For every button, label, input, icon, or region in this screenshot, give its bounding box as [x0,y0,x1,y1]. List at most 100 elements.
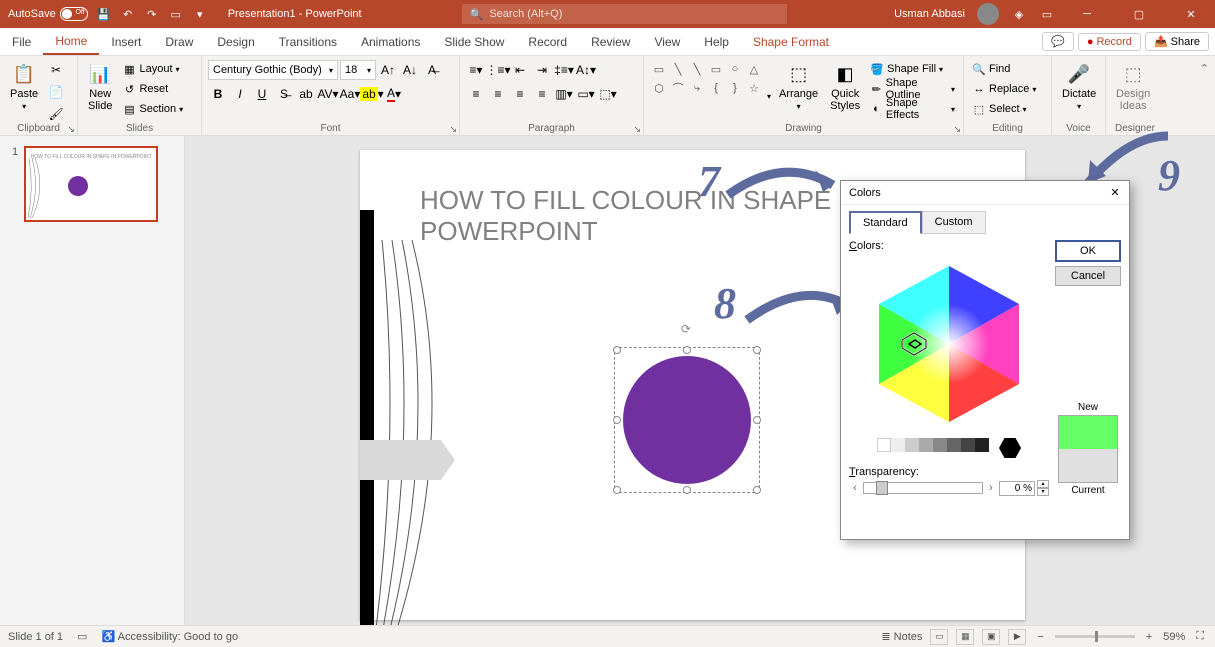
clear-format-button[interactable]: A̶ [422,60,442,80]
search-box[interactable]: 🔍 Search (Alt+Q) [462,4,787,24]
transparency-slider[interactable] [863,482,983,494]
font-launcher[interactable]: ↘ [449,124,457,135]
paste-button[interactable]: 📋 Paste ▾ [6,60,42,113]
numbering-button[interactable]: ⋮≡▾ [488,60,508,80]
minimize-button[interactable]: ─ [1067,0,1107,28]
line-spacing-button[interactable]: ‡≡▾ [554,60,574,80]
shape-star-icon[interactable]: ☆ [745,79,763,97]
language-icon[interactable]: ▭ [77,630,87,643]
resize-handle-tm[interactable] [683,346,691,354]
font-color-button[interactable]: A▾ [384,84,404,104]
section-button[interactable]: ▤Section▾ [120,100,185,118]
tab-review[interactable]: Review [579,28,642,55]
shape-triangle-icon[interactable]: △ [745,60,763,78]
bullets-button[interactable]: ≡▾ [466,60,486,80]
align-text-button[interactable]: ▭▾ [576,84,596,104]
replace-button[interactable]: ↔Replace▾ [970,80,1038,98]
align-right-button[interactable]: ≡ [510,84,530,104]
strikethrough-button[interactable]: S̶ [274,84,294,104]
resize-handle-ml[interactable] [613,416,621,424]
zoom-slider[interactable] [1055,635,1135,638]
paragraph-launcher[interactable]: ↘ [633,124,641,135]
spinner-down[interactable]: ▾ [1037,488,1049,496]
reset-button[interactable]: ↺Reset [120,80,185,98]
selected-circle-shape[interactable]: ⟳ [617,350,757,490]
drawing-launcher[interactable]: ↘ [953,124,961,135]
copy-button[interactable]: 📄 [46,82,66,102]
dialog-close-button[interactable]: ✕ [1105,183,1125,201]
normal-view-button[interactable]: ▭ [930,629,948,645]
resize-handle-tl[interactable] [613,346,621,354]
shape-arrow-icon[interactable]: ⬡ [650,79,668,97]
user-avatar-icon[interactable] [977,3,999,25]
dialog-tab-standard[interactable]: Standard [849,211,922,234]
black-hex-swatch[interactable] [999,438,1021,458]
underline-button[interactable]: U [252,84,272,104]
shape-brace2-icon[interactable]: } [726,79,744,97]
transparency-increase[interactable]: › [985,482,997,494]
tab-shape-format[interactable]: Shape Format [741,28,841,55]
shape-oval-icon[interactable]: ○ [726,60,744,78]
design-ideas-button[interactable]: ⬚ Design Ideas [1112,60,1154,114]
diamond-icon[interactable]: ◈ [1011,6,1027,22]
font-size-combo[interactable]: 18▾ [340,60,376,80]
tab-slideshow[interactable]: Slide Show [432,28,516,55]
gray-swatch-6[interactable] [961,438,975,452]
tab-file[interactable]: File [0,28,43,55]
record-button[interactable]: ●Record [1078,33,1141,51]
shape-rect-icon[interactable]: ▭ [707,60,725,78]
collapse-ribbon-button[interactable]: ⌃ [1200,62,1209,75]
slide-info[interactable]: Slide 1 of 1 [8,631,63,643]
resize-handle-bm[interactable] [683,486,691,494]
present-icon[interactable]: ▭ [168,6,184,22]
shape-line2-icon[interactable]: ╲ [688,60,706,78]
select-button[interactable]: ⬚Select▾ [970,100,1038,118]
columns-button[interactable]: ▥▾ [554,84,574,104]
qat-dropdown-icon[interactable]: ▾ [192,6,208,22]
tab-transitions[interactable]: Transitions [267,28,349,55]
shape-line-icon[interactable]: ╲ [669,60,687,78]
fit-window-button[interactable]: ⛶ [1193,630,1207,643]
tab-design[interactable]: Design [205,28,266,55]
align-center-button[interactable]: ≡ [488,84,508,104]
shape-connector-icon[interactable]: ⤷ [688,79,706,97]
highlight-button[interactable]: ab▾ [362,84,382,104]
user-name[interactable]: Usman Abbasi [894,8,965,20]
gallery-more-icon[interactable]: ▾ [767,92,771,101]
reading-view-button[interactable]: ▣ [982,629,1000,645]
sorter-view-button[interactable]: ▦ [956,629,974,645]
new-slide-button[interactable]: 📊 New Slide [84,60,116,114]
zoom-in-button[interactable]: + [1143,631,1155,643]
increase-indent-button[interactable]: ⇥ [532,60,552,80]
smartart-button[interactable]: ⬚▾ [598,84,618,104]
gray-swatch-row[interactable] [849,438,1049,458]
dialog-tab-custom[interactable]: Custom [922,211,986,234]
resize-handle-bl[interactable] [613,486,621,494]
clipboard-launcher[interactable]: ↘ [67,124,75,135]
resize-handle-mr[interactable] [753,416,761,424]
zoom-out-button[interactable]: − [1034,631,1046,643]
slideshow-view-button[interactable]: ▶ [1008,629,1026,645]
shape-effects-button[interactable]: ◐Shape Effects▾ [868,100,957,118]
gray-swatch-1[interactable] [891,438,905,452]
tab-record[interactable]: Record [516,28,579,55]
tab-draw[interactable]: Draw [153,28,205,55]
find-button[interactable]: 🔍Find [970,60,1038,78]
change-case-button[interactable]: Aa▾ [340,84,360,104]
notes-button[interactable]: ≣ Notes [881,630,922,643]
slider-thumb-icon[interactable] [876,481,888,495]
gray-swatch-4[interactable] [933,438,947,452]
quick-styles-button[interactable]: ◧ Quick Styles [826,60,864,114]
grow-font-button[interactable]: A↑ [378,60,398,80]
tab-help[interactable]: Help [692,28,741,55]
resize-handle-br[interactable] [753,486,761,494]
tab-insert[interactable]: Insert [99,28,153,55]
shape-outline-button[interactable]: ✏Shape Outline▾ [868,80,957,98]
slide-arrow-shape[interactable] [360,440,455,480]
spinner-up[interactable]: ▴ [1037,480,1049,488]
gray-swatch-2[interactable] [905,438,919,452]
shape-textbox-icon[interactable]: ▭ [650,60,668,78]
dialog-cancel-button[interactable]: Cancel [1055,266,1121,286]
color-hexagon-picker[interactable] [849,254,1049,434]
bold-button[interactable]: B [208,84,228,104]
